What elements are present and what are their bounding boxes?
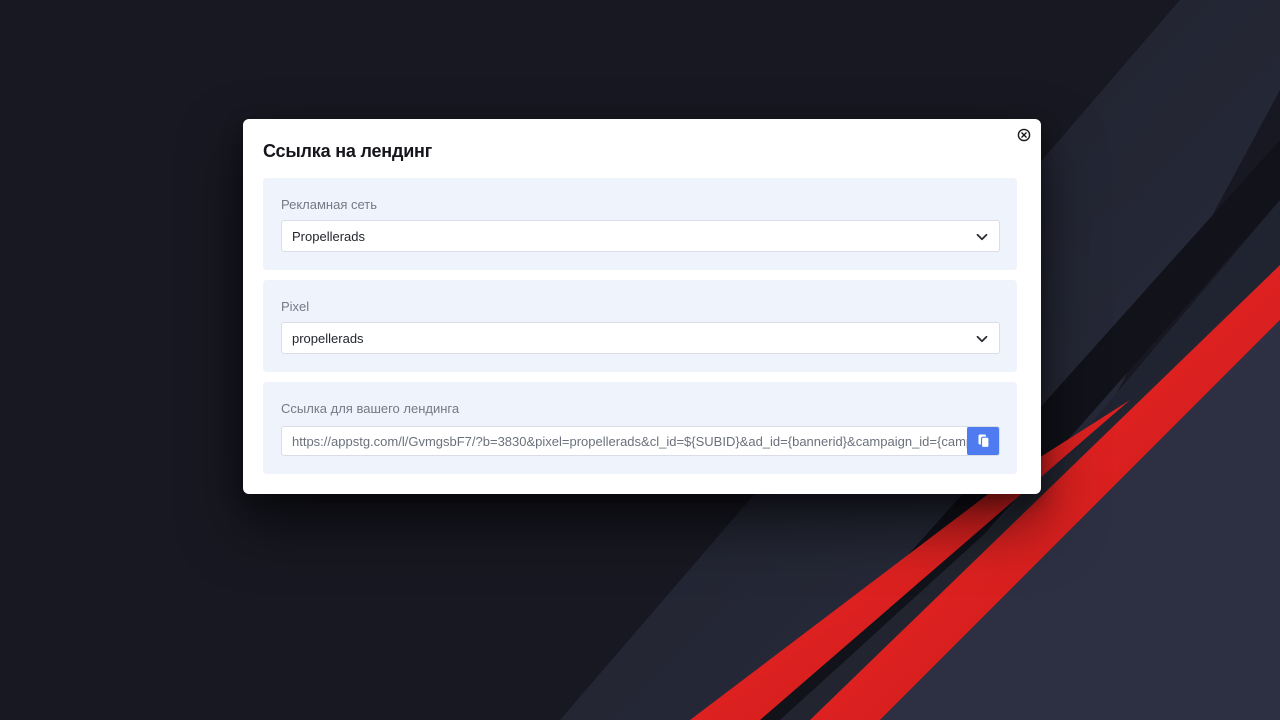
chevron-down-icon: [976, 335, 988, 343]
ad-network-label: Рекламная сеть: [281, 197, 378, 212]
copy-button[interactable]: [967, 427, 999, 455]
close-circle-icon: [1017, 128, 1031, 142]
landing-link-label: Ссылка для вашего лендинга: [281, 401, 460, 416]
ad-network-select[interactable]: Propellerads: [281, 220, 1000, 252]
landing-link-panel: Ссылка для вашего лендинга https://appst…: [263, 382, 1017, 474]
ad-network-selected-value: Propellerads: [292, 229, 365, 244]
chevron-down-icon: [976, 233, 988, 241]
copy-icon: [978, 434, 990, 449]
pixel-selected-value: propellerads: [292, 331, 364, 346]
ad-network-panel: Рекламная сеть Propellerads: [263, 178, 1017, 270]
landing-link-field[interactable]: https://appstg.com/l/GvmgsbF7/?b=3830&pi…: [281, 426, 1000, 456]
pixel-panel: Pixel propellerads: [263, 280, 1017, 372]
pixel-label: Pixel: [281, 299, 310, 314]
pixel-select[interactable]: propellerads: [281, 322, 1000, 354]
landing-link-modal: Ссылка на лендинг Рекламная сеть Propell…: [243, 119, 1041, 494]
landing-link-url[interactable]: https://appstg.com/l/GvmgsbF7/?b=3830&pi…: [292, 434, 967, 449]
close-button[interactable]: [1017, 128, 1031, 142]
modal-title: Ссылка на лендинг: [263, 141, 433, 161]
